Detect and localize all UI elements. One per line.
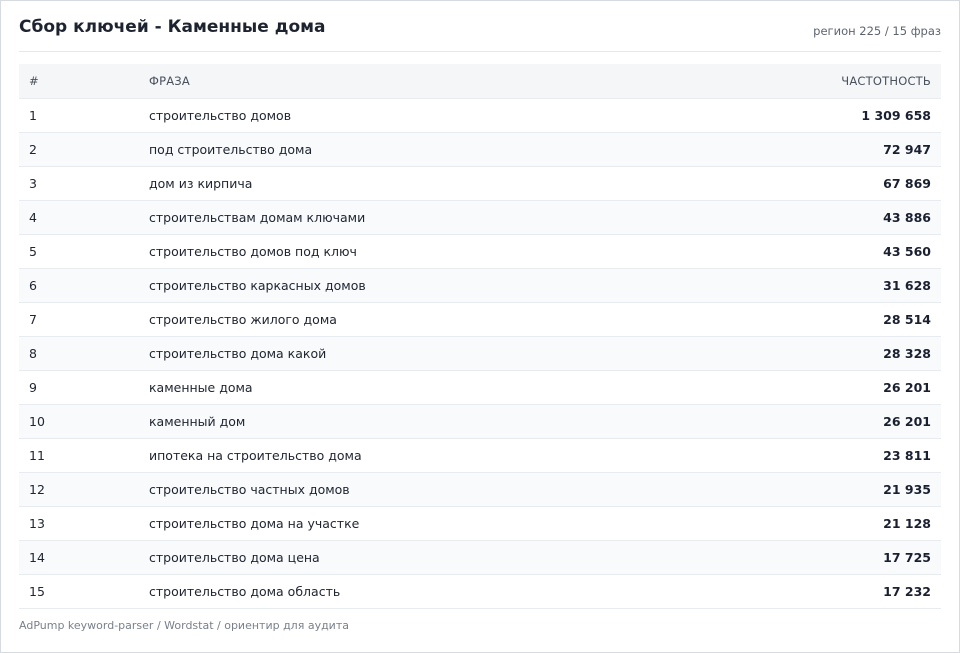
row-number: 3 [19, 165, 149, 200]
row-frequency: 26 201 [731, 369, 941, 404]
table-header-row: # ФРАЗА ЧАСТОТНОСТЬ [19, 64, 941, 98]
footer-source-note: AdPump keyword-parser / Wordstat / ориен… [19, 619, 349, 632]
row-frequency: 1 309 658 [731, 97, 941, 132]
row-number: 15 [19, 573, 149, 609]
table-row: 3 дом из кирпича 67 869 [19, 165, 941, 200]
table-row: 9 каменные дома 26 201 [19, 369, 941, 404]
row-phrase: каменные дома [149, 369, 731, 404]
row-number: 1 [19, 97, 149, 132]
row-frequency: 17 725 [731, 539, 941, 574]
row-number: 8 [19, 335, 149, 370]
row-number: 13 [19, 505, 149, 540]
row-frequency: 28 514 [731, 301, 941, 336]
row-number: 12 [19, 471, 149, 506]
row-frequency: 17 232 [731, 573, 941, 609]
table-row: 13 строительство дома на участке 21 128 [19, 505, 941, 540]
table-row: 14 строительство дома цена 17 725 [19, 539, 941, 574]
row-phrase: строительство дома на участке [149, 505, 731, 540]
table-row: 4 строительствам домам ключами 43 886 [19, 199, 941, 234]
row-number: 10 [19, 403, 149, 438]
row-phrase: строительствам домам ключами [149, 199, 731, 234]
row-number: 9 [19, 369, 149, 404]
column-header-phrase: ФРАЗА [149, 73, 190, 88]
row-frequency: 43 560 [731, 233, 941, 268]
row-phrase: строительство дома цена [149, 539, 731, 574]
keywords-table-body: 1 строительство домов 1 309 658 2 под строит… [19, 97, 941, 609]
column-header-num: # [29, 73, 39, 88]
report-header: Сбор ключей - Каменные дома регион 225 /… [19, 15, 941, 52]
row-number: 14 [19, 539, 149, 574]
row-frequency: 21 128 [731, 505, 941, 540]
row-frequency: 28 328 [731, 335, 941, 370]
row-number: 4 [19, 199, 149, 234]
row-number: 5 [19, 233, 149, 268]
row-frequency: 21 935 [731, 471, 941, 506]
row-phrase: строительство дома какой [149, 335, 731, 370]
row-number: 7 [19, 301, 149, 336]
page-title: Сбор ключей - Каменные дома [19, 17, 326, 37]
row-number: 6 [19, 267, 149, 302]
row-phrase: строительство дома область [149, 573, 731, 609]
column-header-frequency: ЧАСТОТНОСТЬ [841, 73, 931, 88]
row-frequency: 31 628 [731, 267, 941, 302]
row-frequency: 43 886 [731, 199, 941, 234]
row-phrase: под строительство дома [149, 131, 731, 166]
report-panel: Сбор ключей - Каменные дома регион 225 /… [0, 0, 960, 653]
table-row: 15 строительство дома область 17 232 [19, 573, 941, 609]
row-frequency: 23 811 [731, 437, 941, 472]
row-phrase: строительство домов [149, 97, 731, 132]
table-row: 12 строительство частных домов 21 935 [19, 471, 941, 506]
table-row: 5 строительство домов под ключ 43 560 [19, 233, 941, 268]
table-row: 10 каменный дом 26 201 [19, 403, 941, 438]
row-phrase: строительство жилого дома [149, 301, 731, 336]
row-phrase: ипотека на строительство дома [149, 437, 731, 472]
table-row: 7 строительство жилого дома 28 514 [19, 301, 941, 336]
table-row: 6 строительство каркасных домов 31 628 [19, 267, 941, 302]
row-phrase: строительство каркасных домов [149, 267, 731, 302]
row-phrase: дом из кирпича [149, 165, 731, 200]
row-phrase: каменный дом [149, 403, 731, 438]
row-frequency: 26 201 [731, 403, 941, 438]
table-row: 11 ипотека на строительство дома 23 811 [19, 437, 941, 472]
keywords-table: # ФРАЗА ЧАСТОТНОСТЬ 1 строительство домов… [19, 64, 941, 609]
row-number: 11 [19, 437, 149, 472]
table-row: 8 строительство дома какой 28 328 [19, 335, 941, 370]
region-phrase-count: регион 225 / 15 фраз [813, 24, 941, 38]
table-row: 2 под строительство дома 72 947 [19, 131, 941, 166]
row-frequency: 72 947 [731, 131, 941, 166]
table-row: 1 строительство домов 1 309 658 [19, 97, 941, 132]
row-phrase: строительство частных домов [149, 471, 731, 506]
row-frequency: 67 869 [731, 165, 941, 200]
row-number: 2 [19, 131, 149, 166]
row-phrase: строительство домов под ключ [149, 233, 731, 268]
